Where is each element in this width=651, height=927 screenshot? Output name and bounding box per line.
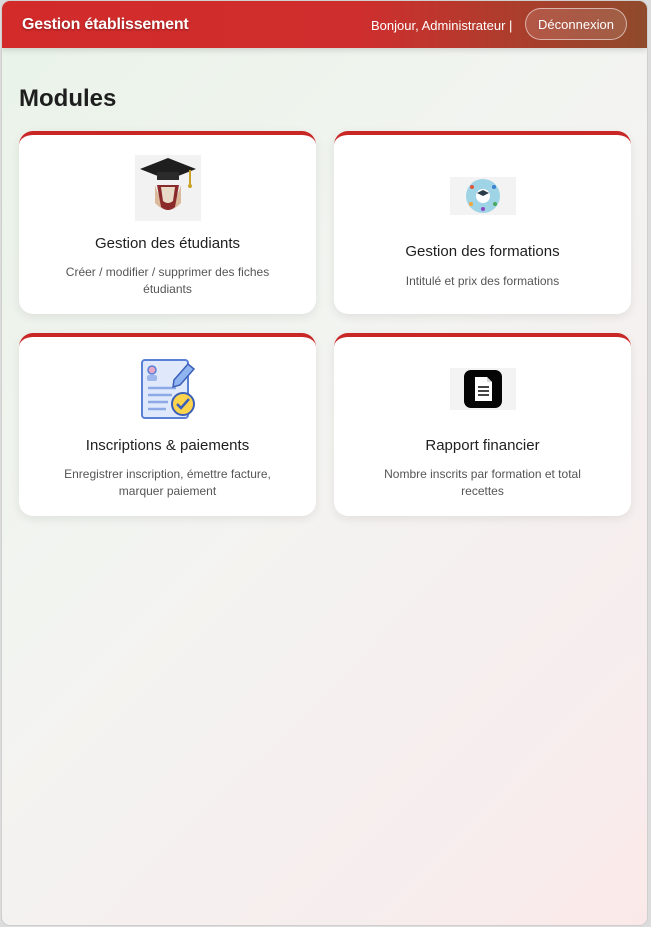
- card-title: Inscriptions & paiements: [85, 437, 250, 454]
- module-card-financial-report[interactable]: Rapport financier Nombre inscrits par fo…: [334, 333, 631, 516]
- top-navbar: Gestion établissement Bonjour, Administr…: [2, 1, 647, 48]
- card-title: Gestion des étudiants: [94, 235, 241, 252]
- page-title: Modules: [19, 85, 117, 112]
- card-description: Nombre inscrits par formation et total r…: [384, 467, 581, 498]
- app-window: Gestion établissement Bonjour, Administr…: [2, 1, 647, 925]
- card-description: Créer / modifier / supprimer des fiches …: [65, 265, 270, 296]
- registration-form-icon: [136, 356, 200, 422]
- graduation-cap-icon: [134, 155, 201, 221]
- document-icon: [449, 368, 516, 410]
- card-description: Intitulé et prix des formations: [405, 274, 560, 288]
- card-description: Enregistrer inscription, émettre facture…: [64, 467, 271, 498]
- training-network-icon: [449, 177, 516, 215]
- module-card-trainings[interactable]: Gestion des formations Intitulé et prix …: [334, 131, 631, 314]
- card-title: Rapport financier: [425, 437, 540, 454]
- logout-button[interactable]: Déconnexion: [525, 8, 627, 40]
- user-greeting: Bonjour, Administrateur |: [371, 18, 513, 33]
- module-card-students[interactable]: Gestion des étudiants Créer / modifier /…: [19, 131, 316, 314]
- brand-title[interactable]: Gestion établissement: [22, 16, 189, 34]
- module-card-registrations[interactable]: Inscriptions & paiements Enregistrer ins…: [19, 333, 316, 516]
- card-title: Gestion des formations: [405, 243, 560, 260]
